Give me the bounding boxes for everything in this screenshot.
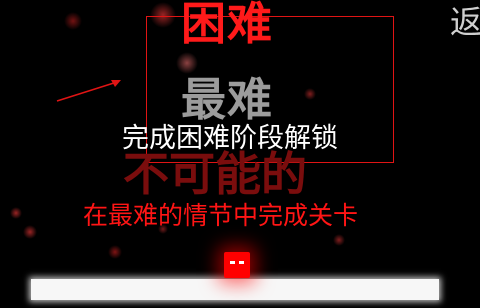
player-eye-left <box>230 261 235 264</box>
particle <box>64 12 82 30</box>
game-stage: 困难 不可能的 最难 完成困难阶段解锁 在最难的情节中完成关卡 返 <box>0 0 480 308</box>
particle <box>333 234 345 246</box>
level-title-hard[interactable]: 困难 <box>181 1 273 46</box>
back-button[interactable]: 返 <box>450 6 480 38</box>
player-icon <box>224 252 250 278</box>
level-title-hardest[interactable]: 最难 <box>181 77 273 122</box>
unlock-message: 完成困难阶段解锁 <box>122 123 338 154</box>
floor-platform <box>31 279 439 300</box>
level-title-impossible[interactable]: 不可能的 <box>123 151 307 197</box>
particle <box>108 245 122 259</box>
level-description: 在最难的情节中完成关卡 <box>83 201 359 230</box>
arrow-icon <box>56 80 121 102</box>
player-eye-right <box>239 261 244 264</box>
particle <box>23 225 37 239</box>
particle <box>10 207 22 219</box>
